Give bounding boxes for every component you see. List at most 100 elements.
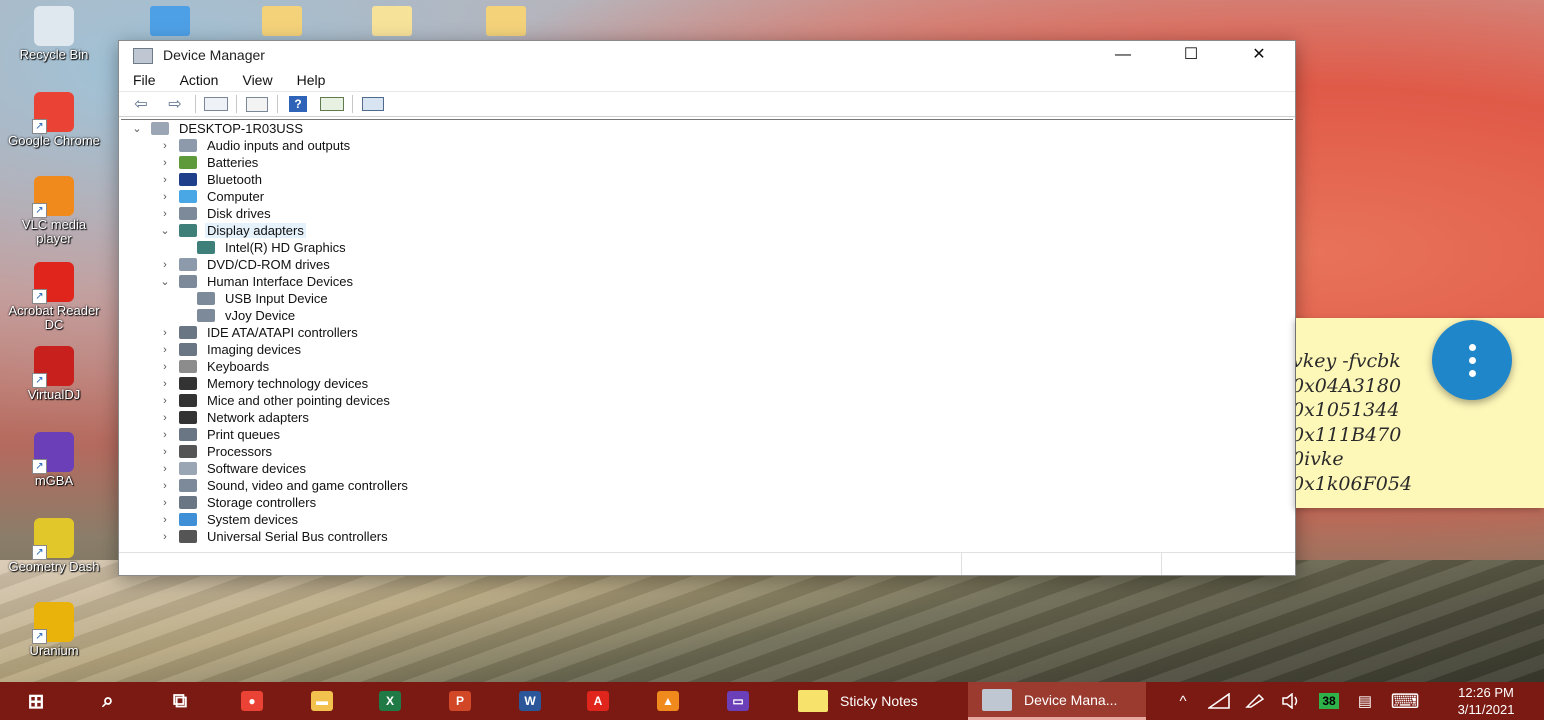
desktop-icon[interactable]: Acrobat Reader DC xyxy=(6,262,102,332)
tree-item[interactable]: ⌄ Display adapters xyxy=(157,222,306,239)
tree-item[interactable]: › System devices xyxy=(157,511,300,528)
chevron-down-icon[interactable]: ⌄ xyxy=(129,122,145,135)
taskbar-app-button[interactable]: ● xyxy=(230,682,274,720)
desktop-icon[interactable]: Google Chrome xyxy=(6,92,102,148)
tree-item[interactable]: › Computer xyxy=(157,188,266,205)
taskbar-device-manager[interactable]: Device Mana... xyxy=(968,682,1146,720)
clock[interactable]: 12:26 PM 3/11/2021 xyxy=(1430,684,1542,718)
tree-item[interactable]: › Disk drives xyxy=(157,205,273,222)
tree-item[interactable]: vJoy Device xyxy=(185,307,297,324)
chevron-right-icon[interactable]: › xyxy=(157,463,173,475)
minimize-button[interactable]: — xyxy=(1089,41,1157,69)
menu-action[interactable]: Action xyxy=(180,69,219,91)
menu-view[interactable]: View xyxy=(242,69,272,91)
chevron-right-icon[interactable]: › xyxy=(157,395,173,407)
chevron-right-icon[interactable]: › xyxy=(157,497,173,509)
tree-item[interactable]: › Network adapters xyxy=(157,409,311,426)
chevron-right-icon[interactable]: › xyxy=(157,361,173,373)
properties-icon[interactable] xyxy=(243,94,271,114)
volume-icon[interactable] xyxy=(1276,682,1306,720)
desktop-icon[interactable]: mGBA xyxy=(6,432,102,488)
chevron-right-icon[interactable]: › xyxy=(157,412,173,424)
desktop-icon[interactable]: VirtualDJ xyxy=(6,346,102,402)
tree-item[interactable]: › Bluetooth xyxy=(157,171,264,188)
chevron-right-icon[interactable]: › xyxy=(157,446,173,458)
tree-item[interactable]: Intel(R) HD Graphics xyxy=(185,239,348,256)
desktop-icon[interactable]: VLC media player xyxy=(6,176,102,246)
help-icon[interactable]: ? xyxy=(284,94,312,114)
tree-root[interactable]: ⌄ DESKTOP-1R03USS xyxy=(129,120,305,137)
chevron-right-icon[interactable]: › xyxy=(157,174,173,186)
taskbar-app-button[interactable]: P xyxy=(438,682,482,720)
chevron-right-icon[interactable]: › xyxy=(157,327,173,339)
chevron-right-icon[interactable]: › xyxy=(157,191,173,203)
maximize-button[interactable]: ☐ xyxy=(1157,41,1225,69)
tree-item[interactable]: › Audio inputs and outputs xyxy=(157,137,352,154)
forward-arrow-icon[interactable]: ⇨ xyxy=(161,94,189,114)
chevron-right-icon[interactable]: › xyxy=(157,157,173,169)
wifi-icon[interactable] xyxy=(1204,682,1234,720)
chevron-right-icon[interactable]: › xyxy=(157,480,173,492)
chevron-right-icon[interactable]: › xyxy=(157,344,173,356)
scan-hardware-changes-icon[interactable] xyxy=(359,94,387,114)
notifications-icon[interactable]: ▤ xyxy=(1350,682,1380,720)
taskbar-app-button[interactable]: ⊞ xyxy=(14,682,58,720)
update-driver-icon[interactable] xyxy=(318,94,346,114)
menu-help[interactable]: Help xyxy=(297,69,326,91)
chevron-right-icon[interactable]: › xyxy=(157,140,173,152)
taskbar-sticky-notes[interactable]: Sticky Notes xyxy=(784,682,962,720)
desktop-icon[interactable]: Uranium xyxy=(6,602,102,658)
chevron-right-icon[interactable]: › xyxy=(157,531,173,543)
chevron-right-icon[interactable]: › xyxy=(157,259,173,271)
chevron-right-icon[interactable]: › xyxy=(157,208,173,220)
title-bar[interactable]: Device Manager — ☐ ✕ xyxy=(119,41,1295,69)
tree-item[interactable]: › Mice and other pointing devices xyxy=(157,392,392,409)
more-options-button[interactable] xyxy=(1432,320,1512,400)
taskbar-app-button[interactable]: A xyxy=(576,682,620,720)
geometry-dash-icon xyxy=(32,518,74,560)
chevron-down-icon[interactable]: ⌄ xyxy=(157,224,173,237)
tree-item[interactable]: › Sound, video and game controllers xyxy=(157,477,410,494)
tree-item[interactable]: › Processors xyxy=(157,443,274,460)
tree-item[interactable]: › Print queues xyxy=(157,426,282,443)
tree-item[interactable]: › Storage controllers xyxy=(157,494,318,511)
tree-item[interactable]: USB Input Device xyxy=(185,290,330,307)
show-hide-console-tree-icon[interactable] xyxy=(202,94,230,114)
show-hidden-icons-button[interactable]: ^ xyxy=(1170,682,1196,720)
tree-item[interactable]: › IDE ATA/ATAPI controllers xyxy=(157,324,360,341)
chevron-right-icon[interactable]: › xyxy=(157,378,173,390)
touch-keyboard-icon[interactable]: ⌨ xyxy=(1386,682,1424,720)
chevron-down-icon[interactable]: ⌄ xyxy=(157,275,173,288)
taskbar-app-button[interactable]: ▬ xyxy=(300,682,344,720)
close-button[interactable]: ✕ xyxy=(1225,41,1293,69)
tree-item[interactable]: › Universal Serial Bus controllers xyxy=(157,528,390,545)
toolbar-divider xyxy=(277,95,278,113)
taskbar-app-button[interactable]: ▭ xyxy=(716,682,760,720)
tree-item[interactable]: › Batteries xyxy=(157,154,260,171)
taskbar-app-button[interactable]: X xyxy=(368,682,412,720)
desktop-folder-icon[interactable] xyxy=(372,6,412,36)
desktop-icon[interactable]: Geometry Dash xyxy=(6,518,102,574)
menu-file[interactable]: File xyxy=(133,69,156,91)
chevron-right-icon[interactable]: › xyxy=(157,514,173,526)
tree-item[interactable]: › Memory technology devices xyxy=(157,375,370,392)
chevron-right-icon[interactable]: › xyxy=(157,429,173,441)
tree-item[interactable]: › DVD/CD-ROM drives xyxy=(157,256,332,273)
speaker-icon xyxy=(179,139,197,152)
tree-item[interactable]: › Keyboards xyxy=(157,358,271,375)
taskbar-app-button[interactable]: W xyxy=(508,682,552,720)
tree-item[interactable]: › Imaging devices xyxy=(157,341,303,358)
virtualdj-icon xyxy=(32,346,74,388)
tree-item[interactable]: ⌄ Human Interface Devices xyxy=(157,273,355,290)
pen-icon[interactable] xyxy=(1240,682,1270,720)
desktop-icon[interactable]: Recycle Bin xyxy=(6,6,102,62)
desktop-shortcut-icon[interactable] xyxy=(150,6,190,36)
taskbar-app-button[interactable]: ▲ xyxy=(646,682,690,720)
desktop-folder-icon[interactable] xyxy=(486,6,526,36)
desktop-folder-icon[interactable] xyxy=(262,6,302,36)
taskbar-app-button[interactable]: ⌕ xyxy=(86,682,130,720)
taskbar-app-button[interactable]: ⧉ xyxy=(158,682,202,720)
tree-item[interactable]: › Software devices xyxy=(157,460,308,477)
back-arrow-icon[interactable]: ⇦ xyxy=(127,94,155,114)
battery-indicator[interactable]: 38 xyxy=(1314,682,1344,720)
